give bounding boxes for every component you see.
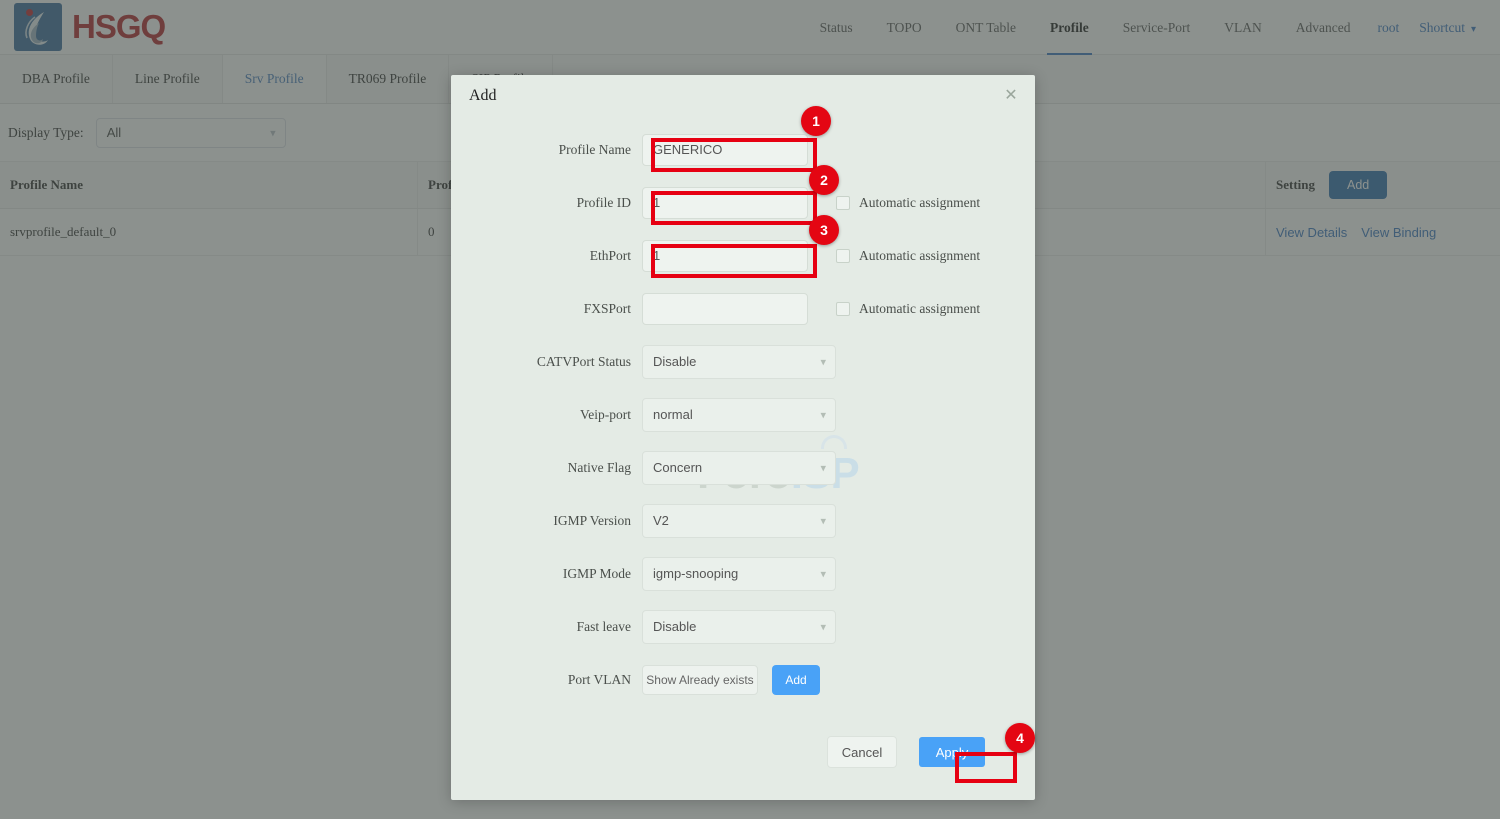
catvport-status-select[interactable]: Disable ▾ <box>642 344 836 379</box>
field-row-profile-name: Profile Name GENERICO <box>451 123 1035 176</box>
fxsport-input[interactable] <box>642 292 808 325</box>
profile-id-input[interactable]: 1 <box>642 186 808 219</box>
auto-assign-label: Automatic assignment <box>859 194 981 210</box>
field-row-fast-leave: Fast leave Disable ▾ <box>451 600 1035 653</box>
checkbox-icon[interactable] <box>836 195 850 210</box>
label-ethport: EthPort <box>589 247 631 263</box>
label-catvport-status: CATVPort Status <box>536 353 631 369</box>
checkbox-icon[interactable] <box>836 301 850 316</box>
catvport-status-value: Disable <box>653 354 697 369</box>
label-igmp-version: IGMP Version <box>553 512 631 528</box>
ethport-auto-assign[interactable]: Automatic assignment <box>836 248 980 264</box>
close-icon[interactable]: ✕ <box>1001 87 1021 107</box>
auto-assign-label: Automatic assignment <box>859 247 981 263</box>
apply-button[interactable]: Apply <box>919 737 985 767</box>
field-row-native-flag: Native Flag Concern ▾ <box>451 441 1035 494</box>
native-flag-value: Concern <box>653 460 703 475</box>
profile-name-input[interactable]: GENERICO <box>642 133 808 166</box>
field-row-fxsport: FXSPort Automatic assignment <box>451 282 1035 335</box>
veip-port-select[interactable]: normal ▾ <box>642 397 836 432</box>
dialog-footer: Cancel Apply <box>827 736 985 768</box>
fast-leave-select[interactable]: Disable ▾ <box>642 609 836 644</box>
native-flag-select[interactable]: Concern ▾ <box>642 450 836 485</box>
field-row-igmp-mode: IGMP Mode igmp-snooping ▾ <box>451 547 1035 600</box>
dialog-title: Add <box>469 87 497 104</box>
chevron-down-icon: ▾ <box>820 621 826 633</box>
field-row-port-vlan: Port VLAN Show Already exists Add <box>451 653 1035 706</box>
field-row-veip-port: Veip-port normal ▾ <box>451 388 1035 441</box>
fast-leave-value: Disable <box>653 619 697 634</box>
chevron-down-icon: ▾ <box>820 568 826 580</box>
chevron-down-icon: ▾ <box>820 356 826 368</box>
chevron-down-icon: ▾ <box>820 462 826 474</box>
show-already-exists-button[interactable]: Show Already exists <box>642 664 758 695</box>
add-srv-profile-dialog: Add ✕ ForoISP Profile Name GENERICO Prof… <box>451 75 1035 800</box>
igmp-mode-select[interactable]: igmp-snooping ▾ <box>642 556 836 591</box>
chevron-down-icon: ▾ <box>820 515 826 527</box>
cancel-button[interactable]: Cancel <box>827 736 897 768</box>
label-port-vlan: Port VLAN <box>567 671 631 687</box>
field-row-ethport: EthPort 1 Automatic assignment <box>451 229 1035 282</box>
fxsport-auto-assign[interactable]: Automatic assignment <box>836 301 980 317</box>
label-profile-id: Profile ID <box>576 194 631 210</box>
field-row-igmp-version: IGMP Version V2 ▾ <box>451 494 1035 547</box>
label-native-flag: Native Flag <box>567 459 631 475</box>
field-row-catvport-status: CATVPort Status Disable ▾ <box>451 335 1035 388</box>
label-fxsport: FXSPort <box>583 300 631 316</box>
label-veip-port: Veip-port <box>580 406 631 422</box>
label-fast-leave: Fast leave <box>576 618 631 634</box>
igmp-mode-value: igmp-snooping <box>653 566 739 581</box>
srv-profile-form: Profile Name GENERICO Profile ID 1 Autom… <box>451 123 1035 706</box>
auto-assign-label: Automatic assignment <box>859 300 981 316</box>
veip-port-value: normal <box>653 407 693 422</box>
label-igmp-mode: IGMP Mode <box>562 565 631 581</box>
checkbox-icon[interactable] <box>836 248 850 263</box>
ethport-input[interactable]: 1 <box>642 239 808 272</box>
chevron-down-icon: ▾ <box>820 409 826 421</box>
label-profile-name: Profile Name <box>558 141 631 157</box>
field-row-profile-id: Profile ID 1 Automatic assignment <box>451 176 1035 229</box>
profile-id-auto-assign[interactable]: Automatic assignment <box>836 195 980 211</box>
igmp-version-value: V2 <box>653 513 669 528</box>
port-vlan-add-button[interactable]: Add <box>772 664 820 695</box>
igmp-version-select[interactable]: V2 ▾ <box>642 503 836 538</box>
